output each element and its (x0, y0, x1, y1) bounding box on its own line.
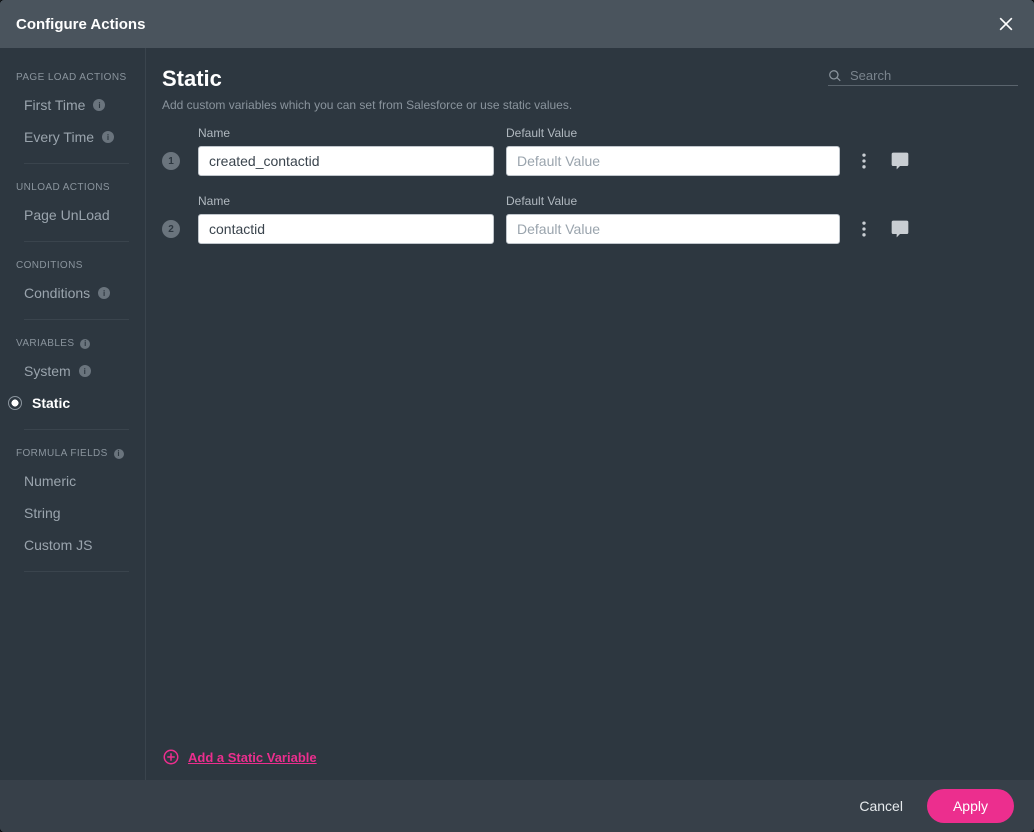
name-input[interactable] (198, 214, 494, 244)
comment-icon (890, 219, 910, 239)
name-input[interactable] (198, 146, 494, 176)
add-link-label: Add a Static Variable (188, 750, 317, 765)
sidebar-item-string[interactable]: String (0, 497, 145, 529)
search-icon (828, 69, 842, 83)
more-vertical-icon (854, 151, 874, 171)
sidebar-item-numeric[interactable]: Numeric (0, 465, 145, 497)
sidebar-item-label: Page UnLoad (24, 207, 110, 223)
sidebar-divider (24, 319, 129, 320)
row-more-button[interactable] (852, 146, 876, 176)
sidebar-section-heading: CONDITIONS (0, 252, 145, 277)
default-value-field: Default Value (506, 126, 840, 176)
name-label: Name (198, 126, 494, 140)
sidebar-section-heading: PAGE LOAD ACTIONS (0, 64, 145, 89)
name-label: Name (198, 194, 494, 208)
info-icon[interactable]: i (114, 449, 124, 459)
sidebar-item-label: System (24, 363, 71, 379)
configure-actions-modal: Configure Actions PAGE LOAD ACTIONSFirst… (0, 0, 1034, 832)
modal-title: Configure Actions (16, 16, 145, 33)
info-icon[interactable]: i (93, 99, 105, 111)
variable-row: 1 Name Default Value (162, 126, 1018, 176)
main-panel: Static Add custom variables which you ca… (146, 48, 1034, 780)
row-number-badge: 1 (162, 152, 180, 170)
panel-title: Static (162, 66, 572, 92)
apply-button[interactable]: Apply (927, 789, 1014, 823)
close-icon (996, 14, 1016, 34)
modal-body: PAGE LOAD ACTIONS First Time i Every Time i U… (0, 48, 1034, 780)
sidebar-item-system[interactable]: Systemi (0, 355, 145, 387)
footer: Cancel Apply (0, 780, 1034, 832)
default-value-input[interactable] (506, 146, 840, 176)
sidebar-item-label: First Time (24, 97, 85, 113)
info-icon[interactable]: i (102, 131, 114, 143)
sidebar-section-heading: VARIABLESi (0, 330, 145, 355)
sidebar-item-label: Conditions (24, 285, 90, 301)
search-input[interactable] (850, 68, 1026, 83)
info-icon[interactable]: i (80, 339, 90, 349)
sidebar-item-static[interactable]: Static (0, 387, 145, 419)
sidebar-item-label: String (24, 505, 61, 521)
titlebar: Configure Actions (0, 0, 1034, 48)
default-value-input[interactable] (506, 214, 840, 244)
close-button[interactable] (994, 12, 1018, 36)
sidebar-item-label: Static (32, 395, 70, 411)
row-number-badge: 2 (162, 220, 180, 238)
row-comment-button[interactable] (888, 146, 912, 176)
default-value-label: Default Value (506, 194, 840, 208)
info-icon[interactable]: i (98, 287, 110, 299)
default-value-field: Default Value (506, 194, 840, 244)
sidebar-item-first-time[interactable]: First Time i (0, 89, 145, 121)
default-value-label: Default Value (506, 126, 840, 140)
panel-subtitle: Add custom variables which you can set f… (162, 98, 572, 112)
search-field[interactable] (828, 66, 1018, 86)
row-comment-button[interactable] (888, 214, 912, 244)
sidebar-item-page-unload[interactable]: Page UnLoad (0, 199, 145, 231)
sidebar-divider (24, 163, 129, 164)
sidebar-section-heading: UNLOAD ACTIONS (0, 174, 145, 199)
cancel-button[interactable]: Cancel (859, 798, 903, 814)
sidebar-item-label: Every Time (24, 129, 94, 145)
main-header: Static Add custom variables which you ca… (162, 66, 1018, 112)
more-vertical-icon (854, 219, 874, 239)
sidebar-divider (24, 241, 129, 242)
info-icon[interactable]: i (79, 365, 91, 377)
add-static-variable-link[interactable]: Add a Static Variable (162, 748, 317, 766)
sidebar: PAGE LOAD ACTIONS First Time i Every Time i U… (0, 48, 146, 780)
variable-rows: 1 Name Default Value 2 Name Default Value (162, 126, 1018, 244)
sidebar-item-label: Custom JS (24, 537, 92, 553)
variable-row: 2 Name Default Value (162, 194, 1018, 244)
sidebar-item-label: Numeric (24, 473, 76, 489)
name-field: Name (198, 126, 494, 176)
sidebar-item-custom-js[interactable]: Custom JS (0, 529, 145, 561)
row-more-button[interactable] (852, 214, 876, 244)
name-field: Name (198, 194, 494, 244)
sidebar-section-heading: FORMULA FIELDSi (0, 440, 145, 465)
comment-icon (890, 151, 910, 171)
sidebar-divider (24, 429, 129, 430)
plus-circle-icon (162, 748, 180, 766)
sidebar-item-conditions[interactable]: Conditions i (0, 277, 145, 309)
sidebar-item-every-time[interactable]: Every Time i (0, 121, 145, 153)
sidebar-divider (24, 571, 129, 572)
